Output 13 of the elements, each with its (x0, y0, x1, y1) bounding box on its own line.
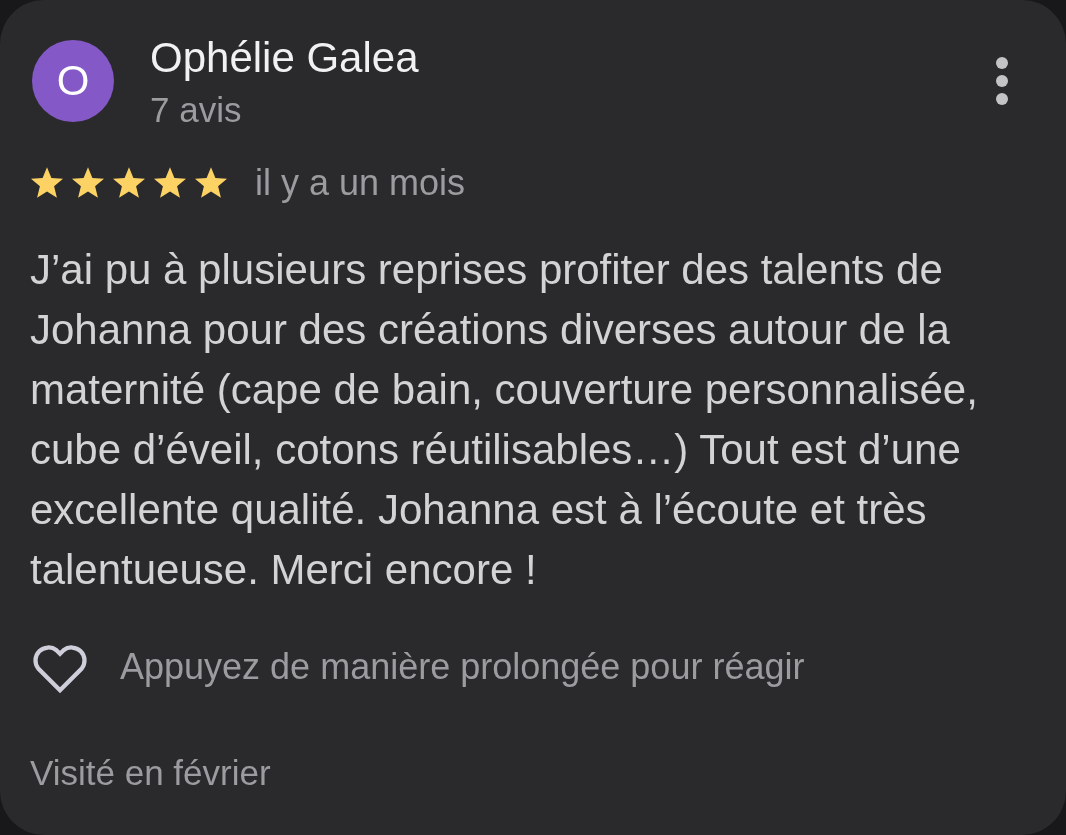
star-icon (71, 166, 105, 200)
review-count: 7 avis (150, 90, 242, 130)
author-name[interactable]: Ophélie Galea (150, 34, 419, 82)
reaction-hint: Appuyez de manière prolongée pour réagir (120, 647, 805, 687)
star-icon (112, 166, 146, 200)
review-time: il y a un mois (255, 163, 466, 203)
visit-date: Visité en février (30, 753, 271, 793)
review-text: J’ai pu à plusieurs reprises profiter des talents de Johanna pour des créations diverses autour de la maternité (cape de bain, couverture personnalisée, cube d’éveil, cotons réutilisables…) Tout est d’une excellente qualité. Johanna est à l’écoute et très talentueuse. Merci encore ! (30, 245, 979, 595)
star-icon (194, 166, 228, 200)
star-icon (30, 166, 64, 200)
more-vertical-icon (996, 57, 1008, 105)
avatar: O (32, 40, 114, 122)
star-icon (153, 166, 187, 200)
